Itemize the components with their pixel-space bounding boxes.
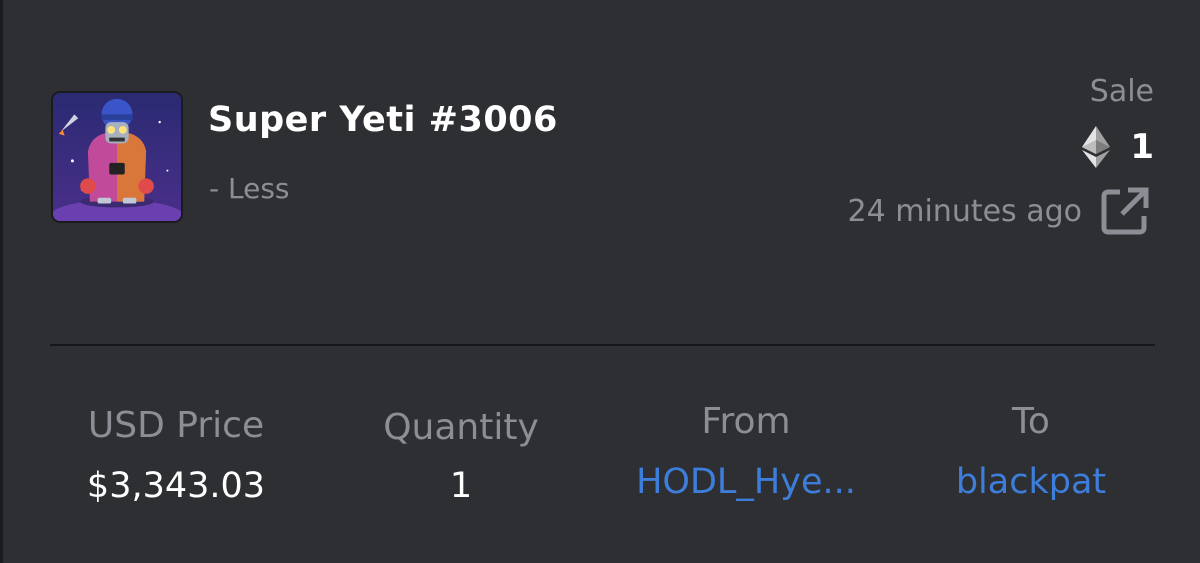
yeti-nft-image (53, 93, 181, 221)
to-column: To blackpat (901, 398, 1161, 506)
from-user-link[interactable]: HODL_Hye... (616, 458, 876, 506)
time-ago: 24 minutes ago (847, 193, 1082, 229)
sale-card: Super Yeti #3006 - Less Sale 1 24 minute… (0, 0, 1200, 563)
sale-price: 1 (1082, 125, 1154, 169)
usd-price-column: USD Price $3,343.03 (46, 398, 306, 510)
to-user-link[interactable]: blackpat (901, 458, 1161, 506)
less-toggle[interactable]: - Less (209, 172, 290, 205)
from-column: From HODL_Hye... (616, 398, 876, 506)
to-label: To (1012, 401, 1050, 442)
ethereum-icon (1082, 126, 1111, 168)
event-type-label: Sale (1089, 74, 1154, 109)
quantity-column: Quantity 1 (331, 398, 591, 510)
usd-price-label: USD Price (87, 405, 265, 446)
section-divider (50, 344, 1155, 346)
external-link-icon[interactable] (1100, 186, 1150, 236)
timestamp-row: 24 minutes ago (848, 186, 1150, 236)
usd-price-value: $3,343.03 (86, 466, 266, 506)
quantity-value: 1 (449, 466, 473, 506)
nft-thumbnail[interactable] (51, 91, 183, 223)
from-label: From (701, 401, 791, 442)
quantity-label: Quantity (383, 407, 539, 448)
eth-amount: 1 (1130, 127, 1154, 167)
nft-title[interactable]: Super Yeti #3006 (208, 100, 558, 140)
